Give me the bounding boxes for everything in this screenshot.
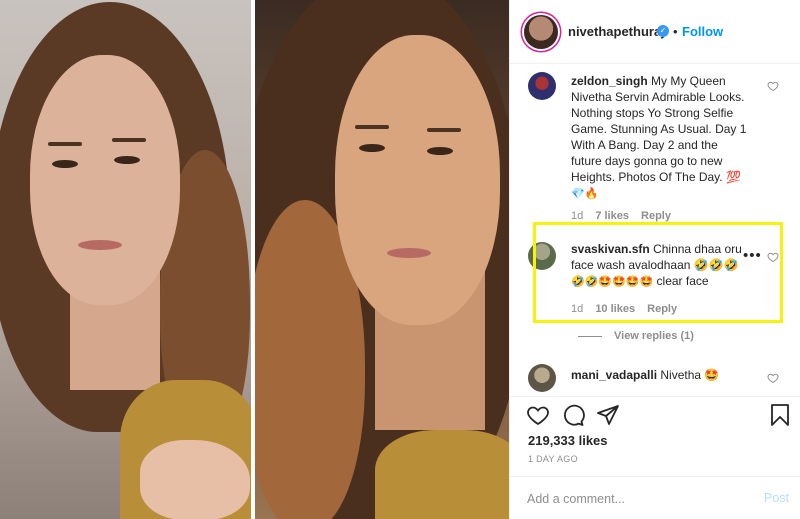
lips-shape bbox=[78, 240, 122, 250]
eye-shape bbox=[52, 160, 78, 168]
comment-text-suffix: clear face bbox=[656, 274, 709, 288]
post-sidebar: nivethapethuraj ✓ • Follow zeldon_singh … bbox=[509, 0, 800, 519]
eye-shape bbox=[359, 144, 385, 152]
post-timestamp: 1 DAY AGO bbox=[528, 454, 578, 464]
comment-meta: 1d 7 likes Reply bbox=[571, 210, 680, 222]
more-options-icon[interactable]: ••• bbox=[743, 247, 762, 264]
reply-button[interactable]: Reply bbox=[647, 303, 677, 315]
selfie-photo-right bbox=[255, 0, 509, 519]
comment-meta: 1d 10 likes Reply bbox=[571, 303, 686, 315]
comment-username[interactable]: mani_vadapalli bbox=[571, 368, 657, 382]
brow-shape bbox=[48, 142, 82, 146]
comment-likes[interactable]: 10 likes bbox=[595, 303, 635, 315]
view-replies-button[interactable]: View replies (1) bbox=[578, 330, 694, 342]
reply-button[interactable]: Reply bbox=[641, 210, 671, 222]
view-replies-line bbox=[578, 335, 602, 337]
view-replies-label: View replies (1) bbox=[614, 330, 694, 342]
author-avatar[interactable] bbox=[524, 15, 558, 49]
add-comment-bar: Post bbox=[510, 476, 800, 519]
comment-text-block: zeldon_singh My My Queen Nivetha Servin … bbox=[571, 73, 751, 202]
like-comment-heart-icon[interactable] bbox=[767, 372, 779, 384]
eye-shape bbox=[114, 156, 140, 164]
brow-shape bbox=[112, 138, 146, 142]
comment-text-block: mani_vadapalli Nivetha 🤩 bbox=[571, 367, 751, 383]
brow-shape bbox=[355, 125, 389, 129]
comment-username[interactable]: zeldon_singh bbox=[571, 74, 648, 88]
like-comment-heart-icon[interactable] bbox=[767, 251, 779, 263]
comment-emoji-line: 💎🔥 bbox=[571, 187, 599, 200]
brow-shape bbox=[427, 128, 461, 132]
comment-text-block: svaskivan.sfn Chinna dhaa oru face wash … bbox=[571, 241, 747, 290]
verified-badge-icon: ✓ bbox=[657, 25, 669, 37]
comment-icon[interactable] bbox=[561, 403, 585, 427]
comment-age: 1d bbox=[571, 210, 584, 222]
commenter-avatar[interactable] bbox=[528, 364, 556, 392]
likes-count[interactable]: 219,333 likes bbox=[528, 433, 608, 448]
comment-username[interactable]: svaskivan.sfn bbox=[571, 242, 650, 256]
comment-emoji-line: 🤣🤣🤩🤩🤩🤩 bbox=[571, 275, 654, 288]
comments-list[interactable]: zeldon_singh My My Queen Nivetha Servin … bbox=[510, 64, 800, 396]
commenter-avatar[interactable] bbox=[528, 242, 556, 270]
top-shape bbox=[375, 430, 509, 519]
lips-shape bbox=[387, 248, 431, 258]
post-comment-button[interactable]: Post bbox=[764, 491, 789, 505]
add-comment-input[interactable] bbox=[527, 489, 747, 509]
selfie-photo-left bbox=[0, 0, 251, 519]
comment-text: Nivetha 🤩 bbox=[660, 368, 720, 382]
post-image-carousel[interactable] bbox=[0, 0, 509, 519]
hand-shape bbox=[140, 440, 250, 519]
like-comment-heart-icon[interactable] bbox=[767, 80, 779, 92]
comment-age: 1d bbox=[571, 303, 584, 315]
commenter-avatar[interactable] bbox=[528, 72, 556, 100]
author-username[interactable]: nivethapethuraj bbox=[568, 24, 665, 39]
comment-text: My My Queen Nivetha Servin Admirable Loo… bbox=[571, 74, 747, 184]
post-actions-bar: 219,333 likes 1 DAY AGO bbox=[510, 396, 800, 484]
bookmark-icon[interactable] bbox=[768, 403, 792, 427]
eye-shape bbox=[427, 147, 453, 155]
face-shape bbox=[30, 55, 180, 305]
follow-button[interactable]: Follow bbox=[682, 24, 723, 39]
heart-icon[interactable] bbox=[526, 403, 550, 427]
post-header: nivethapethuraj ✓ • Follow bbox=[510, 0, 800, 64]
share-icon[interactable] bbox=[596, 403, 620, 427]
face-shape bbox=[335, 35, 500, 325]
header-separator: • bbox=[673, 24, 678, 39]
comment-likes[interactable]: 7 likes bbox=[595, 210, 629, 222]
